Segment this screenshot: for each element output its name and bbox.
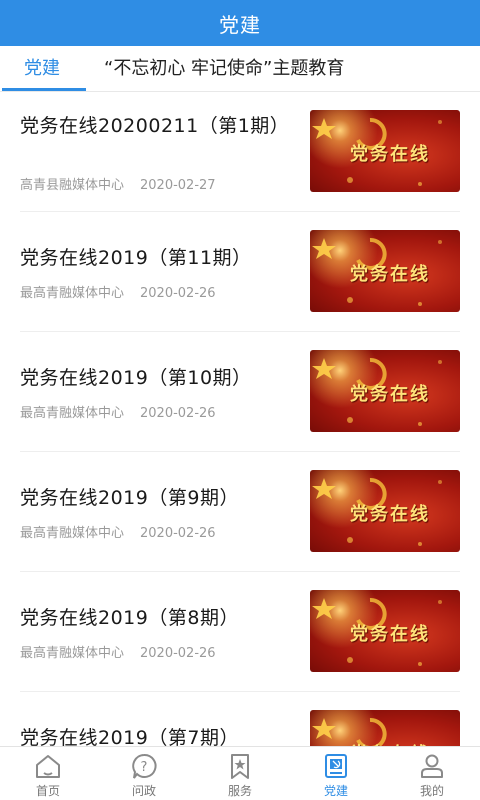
item-date: 2020-02-27 [140, 178, 216, 193]
home-icon [36, 755, 60, 778]
item-title: 党务在线2019（第8期） [20, 607, 239, 629]
user-icon [421, 754, 443, 778]
tab-label: “不忘初心 牢记使命”主题教育 [104, 58, 345, 79]
svg-text:?: ? [141, 760, 148, 775]
tab-party-building[interactable]: 党建 [24, 46, 60, 92]
item-date: 2020-02-26 [140, 286, 216, 301]
item-date: 2020-02-26 [140, 646, 216, 661]
item-thumbnail: 党务在线 [310, 110, 460, 192]
item-source: 最高青融媒体中心 [20, 286, 125, 301]
article-list: 党务在线20200211（第1期） 高青县融媒体中心 2020-02-27 党务在… [0, 92, 480, 746]
thumbnail-caption: 党务在线 [350, 504, 430, 525]
nav-label: 党建 [323, 784, 348, 798]
item-thumbnail: 党务在线 [310, 230, 460, 312]
item-source: 最高青融媒体中心 [20, 406, 125, 421]
item-meta: 最高青融媒体中心 2020-02-26 [20, 282, 216, 301]
list-item[interactable]: 党务在线20200211（第1期） 高青县融媒体中心 2020-02-27 党务在… [0, 92, 480, 212]
nav-service[interactable]: 服务 [192, 747, 288, 800]
item-thumbnail: 党务在线 [310, 590, 460, 672]
party-flag-icon [325, 754, 347, 778]
list-item[interactable]: 党务在线2019（第7期） 党务在线 [0, 692, 480, 746]
thumbnail-caption: 党务在线 [350, 144, 430, 165]
thumbnail-caption: 党务在线 [350, 624, 430, 645]
item-source: 最高青融媒体中心 [20, 646, 125, 661]
item-title: 党务在线2019（第11期） [20, 247, 252, 269]
category-tabs: 党建 “不忘初心 牢记使命”主题教育 [0, 46, 480, 92]
item-title: 党务在线2019（第10期） [20, 367, 252, 389]
item-source: 最高青融媒体中心 [20, 526, 125, 541]
tab-label: 党建 [24, 58, 60, 79]
item-meta: 最高青融媒体中心 2020-02-26 [20, 522, 216, 541]
thumbnail-caption: 党务在线 [350, 384, 430, 405]
nav-label: 问政 [131, 784, 156, 798]
nav-label: 服务 [227, 784, 252, 798]
thumbnail-caption: 党务在线 [350, 264, 430, 285]
item-thumbnail: 党务在线 [310, 350, 460, 432]
nav-label: 我的 [419, 784, 444, 798]
list-item[interactable]: 党务在线2019（第11期） 最高青融媒体中心 2020-02-26 党务在线 [0, 212, 480, 332]
app-header: 党建 [0, 0, 480, 46]
item-source: 高青县融媒体中心 [20, 178, 125, 193]
nav-inquiry[interactable]: ? 问政 [96, 747, 192, 800]
page-title: 党建 [219, 12, 261, 37]
tab-theme-education[interactable]: “不忘初心 牢记使命”主题教育 [104, 46, 344, 92]
question-icon: ? [132, 753, 157, 779]
item-meta: 最高青融媒体中心 2020-02-26 [20, 402, 216, 421]
item-date: 2020-02-26 [140, 526, 216, 541]
list-item[interactable]: 党务在线2019（第8期） 最高青融媒体中心 2020-02-26 党务在线 [0, 572, 480, 692]
nav-profile[interactable]: 我的 [384, 747, 480, 800]
nav-label: 首页 [35, 784, 60, 798]
item-title: 党务在线2019（第9期） [20, 487, 239, 509]
item-meta: 高青县融媒体中心 2020-02-27 [20, 174, 216, 193]
bookmark-star-icon [231, 754, 249, 779]
list-item[interactable]: 党务在线2019（第9期） 最高青融媒体中心 2020-02-26 党务在线 [0, 452, 480, 572]
active-tab-indicator [2, 88, 86, 91]
item-thumbnail: 党务在线 [310, 470, 460, 552]
item-date: 2020-02-26 [140, 406, 216, 421]
item-thumbnail: 党务在线 [310, 710, 460, 746]
bottom-navigation: 首页 ? 问政 服务 党建 我的 [0, 746, 480, 800]
list-item[interactable]: 党务在线2019（第10期） 最高青融媒体中心 2020-02-26 党务在线 [0, 332, 480, 452]
item-title: 党务在线2019（第7期） [20, 727, 239, 746]
item-title: 党务在线20200211（第1期） [20, 115, 290, 137]
item-meta: 最高青融媒体中心 2020-02-26 [20, 642, 216, 661]
nav-home[interactable]: 首页 [0, 747, 96, 800]
nav-party-building[interactable]: 党建 [288, 747, 384, 800]
